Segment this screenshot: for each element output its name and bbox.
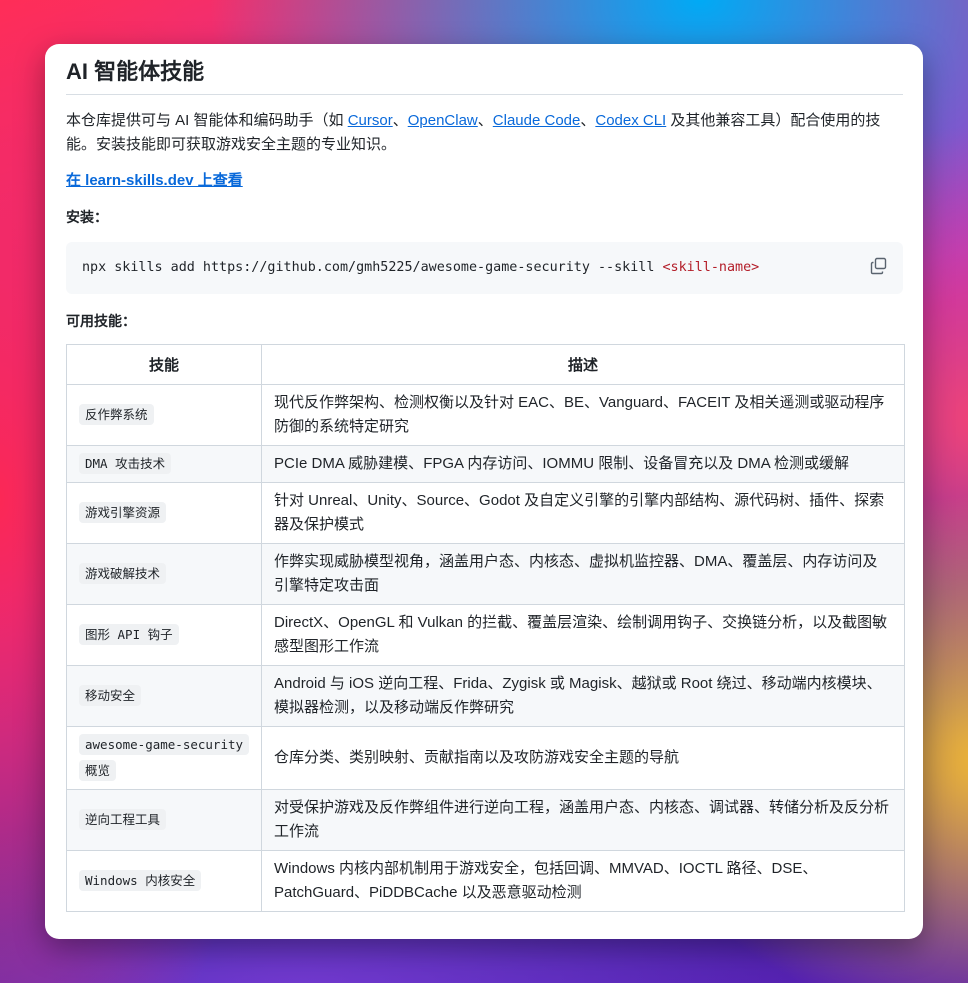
install-command: npx skills add https://github.com/gmh522… (82, 260, 663, 275)
table-row: 游戏破解技术 作弊实现威胁模型视角，涵盖用户态、内核态、虚拟机监控器、DMA、覆… (66, 543, 905, 605)
description-cell: 现代反作弊架构、检测权衡以及针对 EAC、BE、Vanguard、FACEIT … (261, 384, 905, 446)
skill-cell: 游戏破解技术 (66, 543, 262, 605)
skill-cell: 反作弊系统 (66, 384, 262, 446)
install-label: 安装： (66, 209, 108, 225)
table-row: awesome-game-security 概览 仓库分类、类别映射、贡献指南以… (66, 726, 905, 790)
skill-name: 图形 API 钩子 (79, 624, 179, 645)
header-description: 描述 (261, 344, 905, 385)
table-header-row: 技能 描述 (66, 344, 905, 385)
view-on-learn-skills-link[interactable]: 在 learn-skills.dev 上查看 (66, 172, 243, 189)
description-cell: 对受保护游戏及反作弊组件进行逆向工程，涵盖用户态、内核态、调试器、转储分析及反分… (261, 789, 905, 851)
skill-cell: 游戏引擎资源 (66, 482, 262, 544)
intro-prefix: 本仓库提供可与 AI 智能体和编码助手（如 (66, 112, 348, 129)
view-link-paragraph: 在 learn-skills.dev 上查看 (66, 169, 903, 193)
description-cell: 作弊实现威胁模型视角，涵盖用户态、内核态、虚拟机监控器、DMA、覆盖层、内存访问… (261, 543, 905, 605)
copy-icon[interactable] (869, 256, 889, 276)
install-code-block: npx skills add https://github.com/gmh522… (66, 242, 903, 294)
skill-name: 游戏引擎资源 (79, 502, 167, 523)
available-skills-label: 可用技能： (66, 313, 136, 329)
intro-sep: 、 (477, 112, 493, 129)
table-row: 反作弊系统 现代反作弊架构、检测权衡以及针对 EAC、BE、Vanguard、F… (66, 384, 905, 446)
intro-paragraph: 本仓库提供可与 AI 智能体和编码助手（如 Cursor、OpenClaw、Cl… (66, 109, 903, 157)
skill-name: 逆向工程工具 (79, 809, 167, 830)
skill-cell: 图形 API 钩子 (66, 604, 262, 666)
skill-name: awesome-game-security 概览 (79, 734, 250, 781)
skill-cell: awesome-game-security 概览 (66, 726, 262, 790)
skill-name: 游戏破解技术 (79, 563, 167, 584)
link-cursor[interactable]: Cursor (348, 112, 393, 129)
intro-sep: 、 (392, 112, 408, 129)
skill-name: 移动安全 (79, 685, 142, 706)
header-skill: 技能 (66, 344, 262, 385)
link-openclaw[interactable]: OpenClaw (408, 112, 478, 129)
description-cell: PCIe DMA 威胁建模、FPGA 内存访问、IOMMU 限制、设备冒充以及 … (261, 445, 905, 483)
skill-name: 反作弊系统 (79, 404, 154, 425)
skill-cell: 逆向工程工具 (66, 789, 262, 851)
skill-cell: DMA 攻击技术 (66, 445, 262, 483)
table-row: Windows 内核安全 Windows 内核内部机制用于游戏安全，包括回调、M… (66, 850, 905, 912)
description-cell: Android 与 iOS 逆向工程、Frida、Zygisk 或 Magisk… (261, 665, 905, 727)
description-cell: 针对 Unreal、Unity、Source、Godot 及自定义引擎的引擎内部… (261, 482, 905, 544)
page-title: AI 智能体技能 (66, 58, 903, 95)
table-row: 移动安全 Android 与 iOS 逆向工程、Frida、Zygisk 或 M… (66, 665, 905, 727)
description-cell: Windows 内核内部机制用于游戏安全，包括回调、MMVAD、IOCTL 路径… (261, 850, 905, 912)
intro-sep: 、 (580, 112, 596, 129)
link-claude-code[interactable]: Claude Code (493, 112, 581, 129)
table-row: 图形 API 钩子 DirectX、OpenGL 和 Vulkan 的拦截、覆盖… (66, 604, 905, 666)
readme-card: AI 智能体技能 本仓库提供可与 AI 智能体和编码助手（如 Cursor、Op… (45, 44, 923, 939)
skill-cell: 移动安全 (66, 665, 262, 727)
link-codex-cli[interactable]: Codex CLI (595, 112, 666, 129)
table-row: 逆向工程工具 对受保护游戏及反作弊组件进行逆向工程，涵盖用户态、内核态、调试器、… (66, 789, 905, 851)
skills-table: 技能 描述 反作弊系统 现代反作弊架构、检测权衡以及针对 EAC、BE、Vang… (66, 344, 905, 912)
table-row: 游戏引擎资源 针对 Unreal、Unity、Source、Godot 及自定义… (66, 482, 905, 544)
skill-name: Windows 内核安全 (79, 870, 202, 891)
description-cell: DirectX、OpenGL 和 Vulkan 的拦截、覆盖层渲染、绘制调用钩子… (261, 604, 905, 666)
table-row: DMA 攻击技术 PCIe DMA 威胁建模、FPGA 内存访问、IOMMU 限… (66, 445, 905, 483)
skill-name: DMA 攻击技术 (79, 453, 172, 474)
description-cell: 仓库分类、类别映射、贡献指南以及攻防游戏安全主题的导航 (261, 726, 905, 790)
skill-cell: Windows 内核安全 (66, 850, 262, 912)
install-command-placeholder: <skill-name> (662, 260, 760, 275)
